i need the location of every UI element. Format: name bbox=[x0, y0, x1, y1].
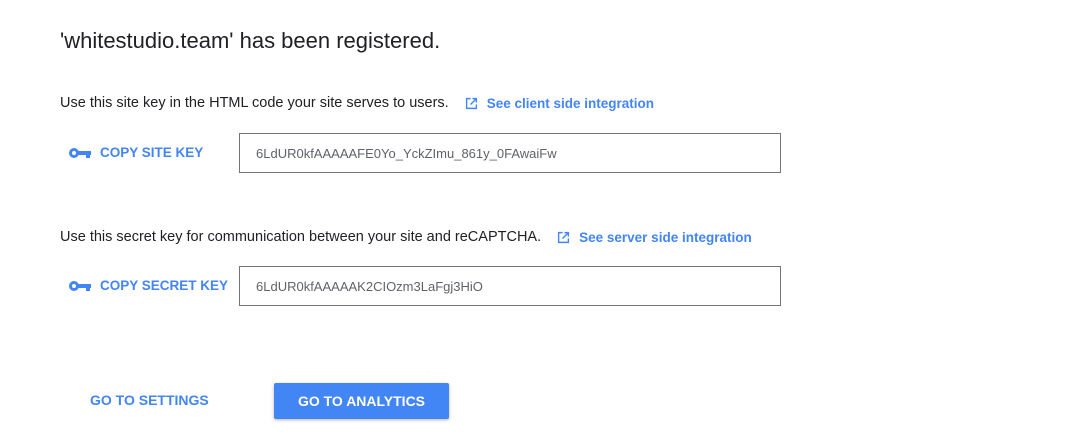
page-title: 'whitestudio.team' has been registered. bbox=[60, 28, 441, 53]
site-key-description-row: Use this site key in the HTML code your … bbox=[60, 95, 654, 111]
copy-secret-key-button[interactable]: COPY SECRET KEY bbox=[68, 278, 228, 293]
secret-key-description-row: Use this secret key for communication be… bbox=[60, 229, 752, 245]
server-integration-label: See server side integration bbox=[579, 229, 752, 245]
secret-key-field[interactable]: 6LdUR0kfAAAAAK2CIOzm3LaFgj3HiO bbox=[239, 266, 781, 306]
go-to-settings-button[interactable]: GO TO SETTINGS bbox=[90, 392, 209, 408]
copy-site-key-button[interactable]: COPY SITE KEY bbox=[68, 145, 203, 160]
open-in-new-icon bbox=[465, 97, 477, 109]
go-to-analytics-button[interactable]: GO TO ANALYTICS bbox=[274, 383, 449, 419]
site-key-field[interactable]: 6LdUR0kfAAAAAFE0Yo_YckZImu_861y_0FAwaiFw bbox=[239, 133, 781, 173]
copy-site-key-label: COPY SITE KEY bbox=[100, 145, 204, 160]
secret-key-description: Use this secret key for communication be… bbox=[60, 229, 542, 245]
client-integration-link[interactable]: See client side integration bbox=[465, 96, 654, 111]
site-key-description: Use this site key in the HTML code your … bbox=[60, 95, 449, 111]
key-icon bbox=[69, 147, 91, 158]
server-integration-link[interactable]: See server side integration bbox=[557, 230, 752, 245]
open-in-new-icon bbox=[558, 231, 570, 243]
copy-secret-key-label: COPY SECRET KEY bbox=[100, 278, 229, 293]
client-integration-label: See client side integration bbox=[486, 95, 654, 111]
key-icon bbox=[69, 280, 91, 291]
